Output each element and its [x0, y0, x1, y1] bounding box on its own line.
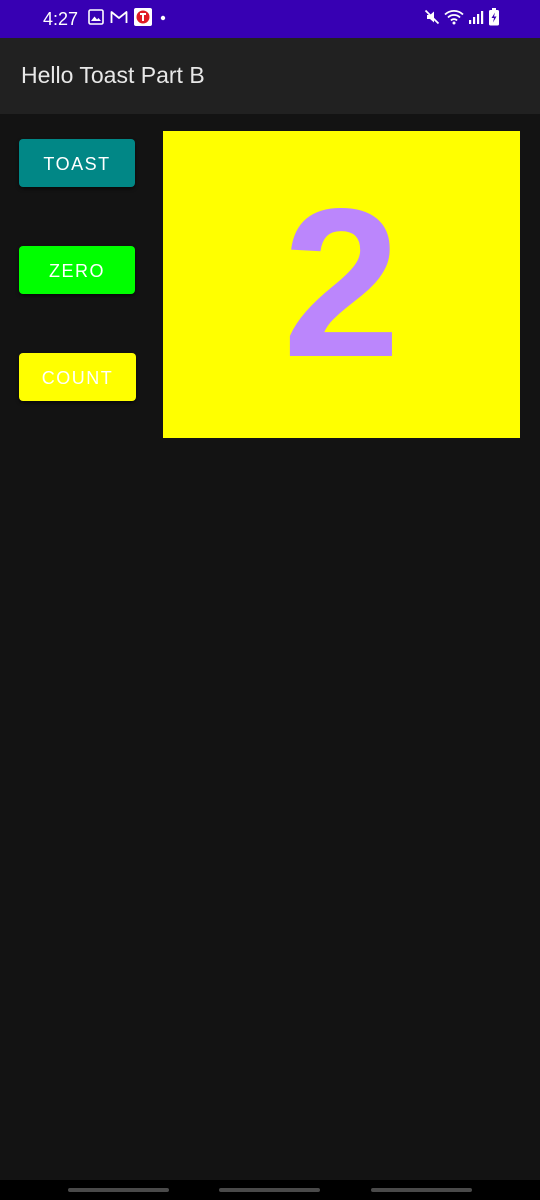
- count-display: 2: [163, 131, 520, 438]
- navigation-bar: [0, 1180, 540, 1200]
- toast-button[interactable]: TOAST: [19, 139, 135, 187]
- system-icons: [424, 7, 500, 31]
- recents-nav-indicator[interactable]: [68, 1188, 169, 1192]
- battery-icon: [488, 7, 500, 31]
- app-title: Hello Toast Part B: [21, 62, 205, 88]
- gallery-icon: [88, 8, 104, 30]
- status-time: 4:27: [43, 9, 79, 29]
- app-notification-icon: [134, 7, 152, 31]
- back-nav-indicator[interactable]: [371, 1188, 472, 1192]
- signal-icon: [468, 9, 484, 30]
- notification-icons: [88, 7, 168, 31]
- count-button[interactable]: COUNT: [19, 353, 136, 401]
- dot-icon: [158, 10, 168, 28]
- status-bar: 4:27: [0, 0, 540, 38]
- wifi-icon: [444, 9, 464, 30]
- app-bar: Hello Toast Part B: [0, 38, 540, 114]
- count-value: 2: [282, 164, 401, 401]
- home-nav-indicator[interactable]: [219, 1188, 320, 1192]
- mute-icon: [424, 9, 440, 30]
- gmail-icon: [110, 10, 128, 29]
- zero-button[interactable]: ZERO: [19, 246, 135, 294]
